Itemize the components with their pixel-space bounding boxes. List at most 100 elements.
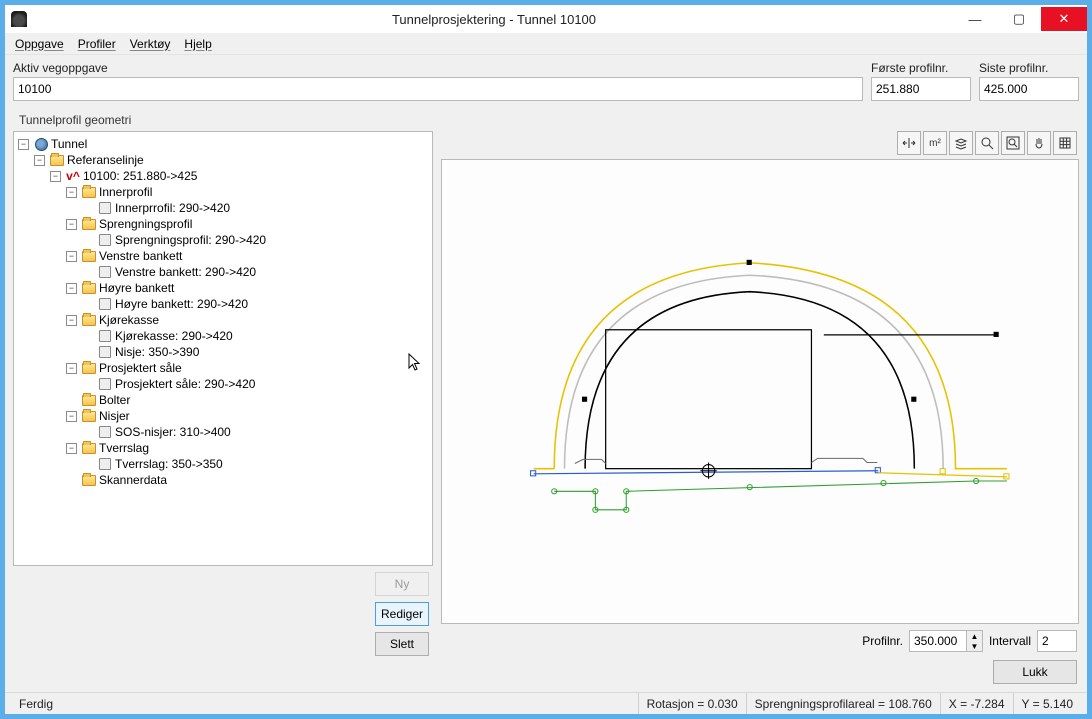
profilnr-input[interactable] [910,631,966,651]
status-x: X = -7.284 [940,693,1013,714]
window-buttons: — ▢ ✕ [953,7,1087,31]
menu-hjelp[interactable]: Hjelp [184,37,211,51]
tree-label: Prosjektert såle [99,360,182,376]
tunnel-icon [33,137,49,151]
tree-label: Høyre bankett: 290->420 [115,296,248,312]
canvas-toolbar: m² [441,131,1079,159]
folder-icon [81,361,97,375]
tree-nisjer-folder[interactable]: − Nisjer [66,408,428,424]
siste-input[interactable] [979,77,1079,101]
aktiv-input[interactable] [13,77,863,101]
collapse-icon[interactable]: − [66,443,77,454]
fit-width-button[interactable] [897,131,921,155]
folder-icon [49,153,65,167]
menu-oppgave[interactable]: Oppgave [15,37,64,51]
collapse-icon[interactable]: − [66,363,77,374]
collapse-icon[interactable]: − [66,251,77,262]
tree-sos-item[interactable]: SOS-nisjer: 310->400 [82,424,428,440]
profilnr-spinner[interactable]: ▲ ▼ [909,630,983,652]
rediger-button[interactable]: Rediger [375,602,429,626]
collapse-icon[interactable]: − [66,283,77,294]
tree-tverrslag-item[interactable]: Tverrslag: 350->350 [82,456,428,472]
folder-icon [81,409,97,423]
menu-verktoy[interactable]: Verktøy [130,37,171,51]
spin-down-icon[interactable]: ▼ [967,641,982,651]
minimize-button[interactable]: — [953,7,997,31]
tree-referanselinje[interactable]: − Referanselinje [34,152,428,168]
item-icon [97,377,113,391]
tree-venstre-folder[interactable]: − Venstre bankett [66,248,428,264]
tree-spreng-item[interactable]: Sprengningsprofil: 290->420 [82,232,428,248]
status-ready: Ferdig [11,693,638,714]
tree-hoyre-item[interactable]: Høyre bankett: 290->420 [82,296,428,312]
area-button[interactable]: m² [923,131,947,155]
tree-sale-folder[interactable]: − Prosjektert såle [66,360,428,376]
spacer [66,475,77,486]
item-icon [97,329,113,343]
collapse-icon[interactable]: − [18,139,29,150]
pan-button[interactable] [1027,131,1051,155]
tree-hoyre-folder[interactable]: − Høyre bankett [66,280,428,296]
tree-kjorekasse-item[interactable]: Kjørekasse: 290->420 [82,328,428,344]
folder-icon [81,249,97,263]
tree-label: Innerprofil [99,184,152,200]
right-column: m² [441,131,1079,656]
collapse-icon[interactable]: − [66,219,77,230]
profile-icon [97,233,113,247]
item-icon [97,345,113,359]
tree-skannerdata[interactable]: Skannerdata [66,472,428,488]
layers-button[interactable] [949,131,973,155]
tree-venstre-item[interactable]: Venstre bankett: 290->420 [82,264,428,280]
zoom-extents-button[interactable] [1001,131,1025,155]
collapse-icon[interactable]: − [66,187,77,198]
item-icon [97,297,113,311]
tunnel-drawing [442,160,1078,623]
profile-icon [97,201,113,215]
spacer [82,203,93,214]
intervall-input[interactable] [1037,630,1077,652]
grid-button[interactable] [1053,131,1077,155]
folder-icon [81,185,97,199]
menu-profiler[interactable]: Profiler [78,37,116,51]
tree-spreng-folder[interactable]: − Sprengningsprofil [66,216,428,232]
tree-buttons: Ny Rediger Slett [13,566,433,656]
tree-bolter[interactable]: Bolter [66,392,428,408]
close-button[interactable]: ✕ [1041,7,1087,31]
tree-tverrslag-folder[interactable]: − Tverrslag [66,440,428,456]
zoom-button[interactable] [975,131,999,155]
tree-innerprofil-folder[interactable]: − Innerprofil [66,184,428,200]
tree-label: Høyre bankett [99,280,174,296]
collapse-icon[interactable]: − [50,171,61,182]
slett-button[interactable]: Slett [375,632,429,656]
tree-label: Referanselinje [67,152,144,168]
folder-icon [81,473,97,487]
app-icon [11,11,27,27]
folder-icon [81,281,97,295]
tree-root[interactable]: − Tunnel [18,136,428,152]
folder-icon [81,313,97,327]
tree-label: Nisjer [99,408,130,424]
aktiv-label: Aktiv vegoppgave [13,61,863,75]
lukk-button[interactable]: Lukk [993,660,1077,684]
tree-label: Skannerdata [99,472,167,488]
tree-label: Nisje: 350->390 [115,344,199,360]
tree-sale-item[interactable]: Prosjektert såle: 290->420 [82,376,428,392]
profilnr-label: Profilnr. [862,634,903,648]
tree-innerprofil-item[interactable]: Innerprrofil: 290->420 [82,200,428,216]
tree-line[interactable]: − v^ 10100: 251.880->425 [50,168,428,184]
tree-kjorekasse-folder[interactable]: − Kjørekasse [66,312,428,328]
spacer [82,299,93,310]
forste-input[interactable] [871,77,971,101]
main-window: Tunnelprosjektering - Tunnel 10100 — ▢ ✕… [4,4,1088,715]
tree-nisje-item[interactable]: Nisje: 350->390 [82,344,428,360]
collapse-icon[interactable]: − [66,315,77,326]
tree-label: Kjørekasse: 290->420 [115,328,233,344]
ny-button[interactable]: Ny [375,572,429,596]
drawing-canvas[interactable] [441,159,1079,624]
maximize-button[interactable]: ▢ [997,7,1041,31]
tree-panel[interactable]: − Tunnel − Referanselinje [13,131,433,566]
collapse-icon[interactable]: − [66,411,77,422]
titlebar: Tunnelprosjektering - Tunnel 10100 — ▢ ✕ [5,5,1087,33]
spin-up-icon[interactable]: ▲ [967,631,982,641]
collapse-icon[interactable]: − [34,155,45,166]
